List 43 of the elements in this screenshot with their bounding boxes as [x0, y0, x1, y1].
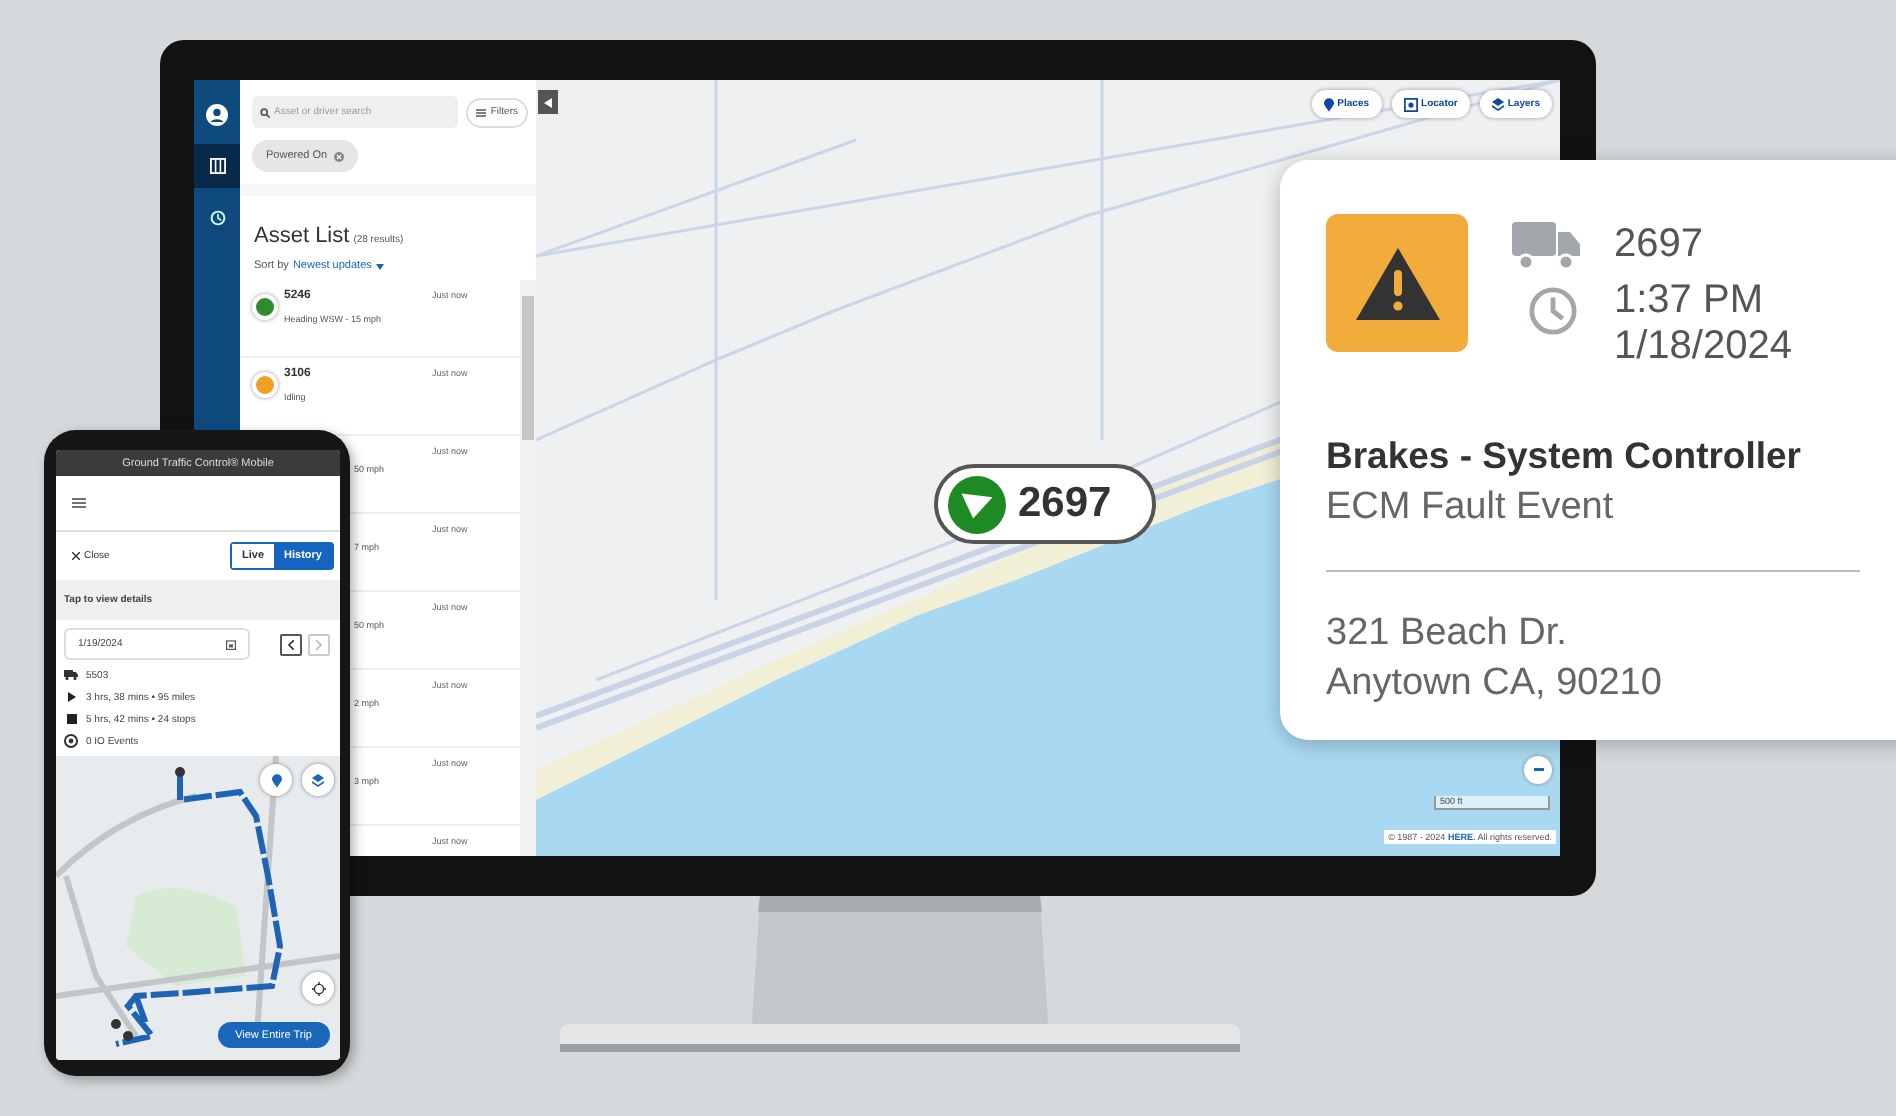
history-icon	[209, 210, 225, 226]
remove-icon	[333, 151, 344, 161]
user-icon	[206, 103, 228, 125]
event-title: Brakes - System Controller	[1326, 434, 1804, 478]
chevron-icon	[316, 639, 322, 649]
map-icon	[209, 158, 225, 174]
previous-day-button[interactable]	[280, 633, 302, 655]
caret-icon	[375, 263, 384, 269]
vehicle-marker[interactable]: 2697	[934, 464, 1156, 544]
address-line: 321 Beach Dr.	[1326, 610, 1569, 658]
collapse-button[interactable]	[538, 90, 558, 114]
panel-title: Asset List	[254, 224, 350, 248]
minus-icon	[1533, 768, 1543, 772]
pin-icon	[1323, 97, 1334, 111]
events-icon	[64, 734, 78, 748]
pin-icon	[271, 773, 281, 787]
chevron-icon	[288, 639, 294, 649]
warning-icon	[1326, 214, 1468, 352]
layers-icon	[312, 773, 324, 787]
truck-icon	[1512, 222, 1580, 270]
event-date: 1/18/2024	[1614, 324, 1792, 370]
truck-icon	[64, 670, 78, 680]
close-icon	[72, 552, 80, 560]
crosshair-icon	[311, 981, 325, 995]
event-type: ECM Fault Event	[1326, 486, 1616, 530]
heading-icon	[948, 475, 1006, 533]
calendar-icon	[226, 639, 236, 649]
scrollbar[interactable]	[520, 280, 536, 856]
menu-icon	[72, 498, 86, 508]
address-line: Anytown CA, 90210	[1326, 660, 1664, 708]
event-time: 1:37 PM	[1614, 278, 1765, 324]
nav-button[interactable]	[194, 144, 240, 188]
asset-number: 2697	[1614, 222, 1705, 268]
collapse-icon	[544, 97, 552, 107]
locator-icon	[1403, 97, 1418, 111]
play-icon	[64, 692, 78, 702]
stop-icon	[64, 714, 78, 724]
clock-icon	[1528, 286, 1578, 336]
layers-icon	[1491, 97, 1504, 111]
search-icon	[260, 107, 270, 117]
menu-button[interactable]	[72, 498, 86, 508]
scrollbar-thumb[interactable]	[522, 296, 534, 440]
filter-icon	[476, 107, 487, 117]
